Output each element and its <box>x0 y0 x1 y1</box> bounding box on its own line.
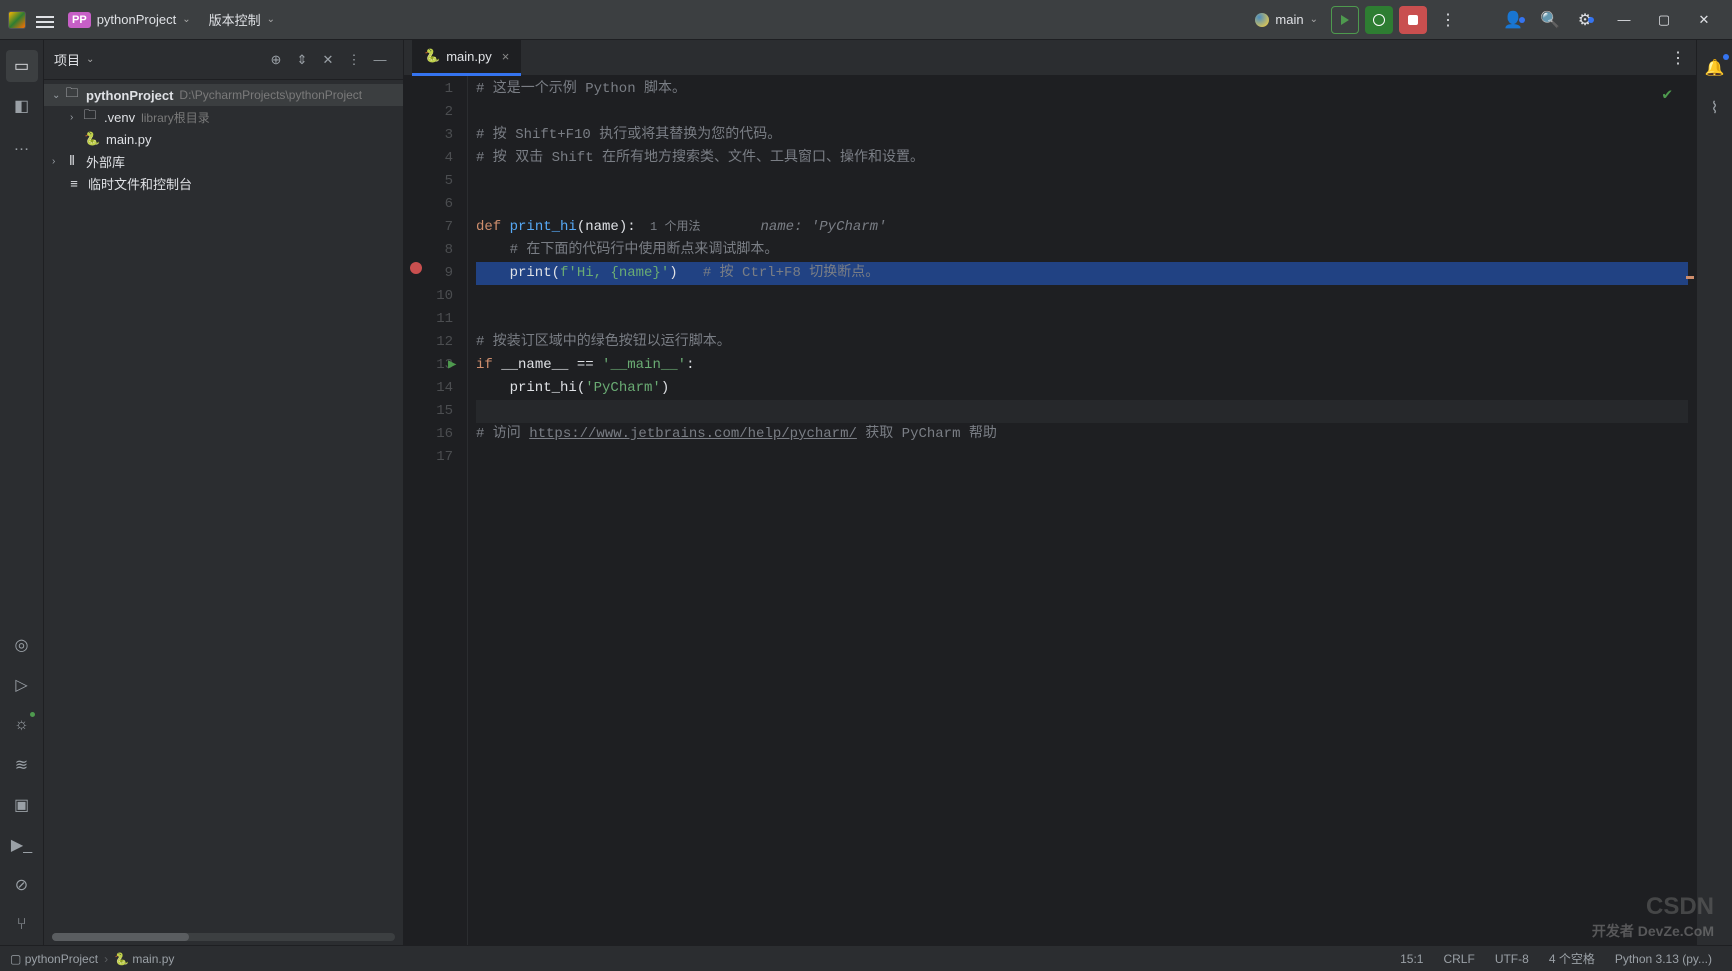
run-gutter-icon[interactable]: ▶ <box>448 354 456 377</box>
python-file-icon: 🐍 <box>84 131 100 147</box>
interpreter[interactable]: Python 3.13 (py...) <box>1615 952 1712 966</box>
watermark-main: CSDN <box>1646 893 1714 920</box>
more-tool-button[interactable]: … <box>6 130 38 162</box>
project-tool-button[interactable]: ▭ <box>6 50 38 82</box>
project-tree: ⌄ 🗀 pythonProject D:\PycharmProjects\pyt… <box>44 80 403 933</box>
minimize-button[interactable]: ― <box>1604 5 1644 35</box>
breakpoint-icon[interactable] <box>410 262 422 274</box>
python-icon <box>1255 13 1269 27</box>
right-tool-strip: 🔔 ⌇ <box>1696 40 1732 945</box>
sidebar-title: 项目 <box>54 50 80 69</box>
debug-button[interactable] <box>1365 6 1393 34</box>
python-packages-button[interactable]: ▣ <box>6 789 38 821</box>
tree-root-path: D:\PycharmProjects\pythonProject <box>179 88 362 102</box>
watermark-sub: 开发者 DevZe.CoM <box>1592 921 1714 941</box>
scratch-icon: ≡ <box>66 176 82 191</box>
file-encoding[interactable]: UTF-8 <box>1495 952 1529 966</box>
run-config-label: main <box>1275 12 1303 27</box>
collapse-icon[interactable]: ✕ <box>317 49 339 71</box>
tree-scratch-name: 临时文件和控制台 <box>88 174 192 193</box>
stop-button[interactable] <box>1399 6 1427 34</box>
tab-main-py[interactable]: 🐍 main.py × <box>412 40 521 76</box>
tree-main-name: main.py <box>106 132 152 147</box>
project-name-label: pythonProject <box>97 12 177 27</box>
bug-icon <box>1373 14 1385 26</box>
chevron-down-icon[interactable]: ⌄ <box>86 54 94 65</box>
python-file-icon: 🐍 <box>424 48 440 64</box>
chevron-down-icon: ⌄ <box>267 14 275 25</box>
tree-external-libs[interactable]: › ⫴ 外部库 <box>44 150 403 172</box>
chevron-down-icon: ⌄ <box>182 14 190 25</box>
folder-icon: 🗀 <box>82 106 98 128</box>
folder-icon: 🗀 <box>64 84 80 106</box>
tab-label: main.py <box>446 49 492 64</box>
ai-assistant-icon[interactable]: ⌇ <box>1699 92 1731 124</box>
breadcrumb[interactable]: ▢ pythonProject › 🐍 main.py <box>10 952 174 966</box>
close-tab-icon[interactable]: × <box>502 49 510 64</box>
problems-button[interactable]: ⊘ <box>6 869 38 901</box>
tree-scratches[interactable]: ≡ 临时文件和控制台 <box>44 172 403 194</box>
tree-venv-hint: library根目录 <box>141 109 210 126</box>
left-tool-strip: ▭ ◧ … ◎ ▷ ☼ ≋ ▣ ▶_ ⊘ ⑂ <box>0 40 44 945</box>
tree-root-name: pythonProject <box>86 88 173 103</box>
tree-ext-name: 外部库 <box>86 152 125 171</box>
gutter[interactable]: 123456 78 9 101112 ▶13 14151617 <box>404 76 468 945</box>
debug-tool-button[interactable]: ☼ <box>6 709 38 741</box>
python-file-icon: 🐍 <box>114 952 129 966</box>
close-button[interactable]: ✕ <box>1684 5 1724 35</box>
statusbar: ▢ pythonProject › 🐍 main.py 15:1 CRLF UT… <box>0 945 1732 971</box>
options-icon[interactable]: ⋮ <box>343 49 365 71</box>
search-icon[interactable]: 🔍 <box>1536 6 1564 34</box>
stop-icon <box>1408 15 1418 25</box>
settings-icon[interactable]: ⚙ <box>1572 6 1600 34</box>
code-content[interactable]: ✔ # 这是一个示例 Python 脚本。 # 按 Shift+F10 执行或将… <box>468 76 1696 945</box>
run-button[interactable] <box>1331 6 1359 34</box>
services-tool-button[interactable]: ≋ <box>6 749 38 781</box>
python-console-button[interactable]: ◎ <box>6 629 38 661</box>
more-actions-icon[interactable]: ⋮ <box>1434 6 1462 34</box>
crumb-file: main.py <box>132 952 174 966</box>
run-tool-button[interactable]: ▷ <box>6 669 38 701</box>
hide-icon[interactable]: ― <box>369 49 391 71</box>
hamburger-menu-icon[interactable] <box>36 13 54 27</box>
locate-icon[interactable]: ⊕ <box>265 49 287 71</box>
project-badge: PP <box>68 12 91 28</box>
editor-area: 🐍 main.py × ⋮ 123456 78 9 101112 ▶13 141… <box>404 40 1696 945</box>
code-editor[interactable]: 123456 78 9 101112 ▶13 14151617 ✔ # 这是一个… <box>404 76 1696 945</box>
maximize-button[interactable]: ▢ <box>1644 5 1684 35</box>
sidebar-scrollbar[interactable] <box>52 933 395 941</box>
vcs-label: 版本控制 <box>209 10 261 29</box>
inspection-ok-icon[interactable]: ✔ <box>1662 84 1672 107</box>
editor-tabs: 🐍 main.py × ⋮ <box>404 40 1696 76</box>
notifications-icon[interactable]: 🔔 <box>1699 52 1731 84</box>
tree-root[interactable]: ⌄ 🗀 pythonProject D:\PycharmProjects\pyt… <box>44 84 403 106</box>
crumb-project: pythonProject <box>25 952 98 966</box>
titlebar: PP pythonProject ⌄ 版本控制 ⌄ main ⌄ ⋮ 👤 🔍 ⚙… <box>0 0 1732 40</box>
library-icon: ⫴ <box>64 153 80 169</box>
indent-setting[interactable]: 4 个空格 <box>1549 950 1595 967</box>
expand-all-icon[interactable]: ⇕ <box>291 49 313 71</box>
vcs-menu[interactable]: 版本控制 ⌄ <box>209 10 275 29</box>
breadcrumb-icon: ▢ <box>10 952 21 966</box>
watermark: CSDN 开发者 DevZe.CoM <box>1592 893 1714 941</box>
pycharm-app-icon <box>8 11 26 29</box>
code-with-me-icon[interactable]: 👤 <box>1500 6 1528 34</box>
cursor-position[interactable]: 15:1 <box>1400 952 1423 966</box>
run-configuration-selector[interactable]: main ⌄ <box>1255 12 1318 27</box>
project-sidebar: 项目 ⌄ ⊕ ⇕ ✕ ⋮ ― ⌄ 🗀 pythonProject D:\Pych… <box>44 40 404 945</box>
terminal-button[interactable]: ▶_ <box>6 829 38 861</box>
tree-venv[interactable]: › 🗀 .venv library根目录 <box>44 106 403 128</box>
warning-stripe[interactable] <box>1686 276 1694 279</box>
structure-tool-button[interactable]: ◧ <box>6 90 38 122</box>
chevron-down-icon: ⌄ <box>1310 14 1318 25</box>
sidebar-header: 项目 ⌄ ⊕ ⇕ ✕ ⋮ ― <box>44 40 403 80</box>
project-selector[interactable]: pythonProject ⌄ <box>97 12 191 27</box>
vcs-tool-button[interactable]: ⑂ <box>6 909 38 941</box>
tab-options-icon[interactable]: ⋮ <box>1664 44 1692 72</box>
tree-venv-name: .venv <box>104 110 135 125</box>
line-ending[interactable]: CRLF <box>1443 952 1474 966</box>
tree-main-file[interactable]: 🐍 main.py <box>44 128 403 150</box>
